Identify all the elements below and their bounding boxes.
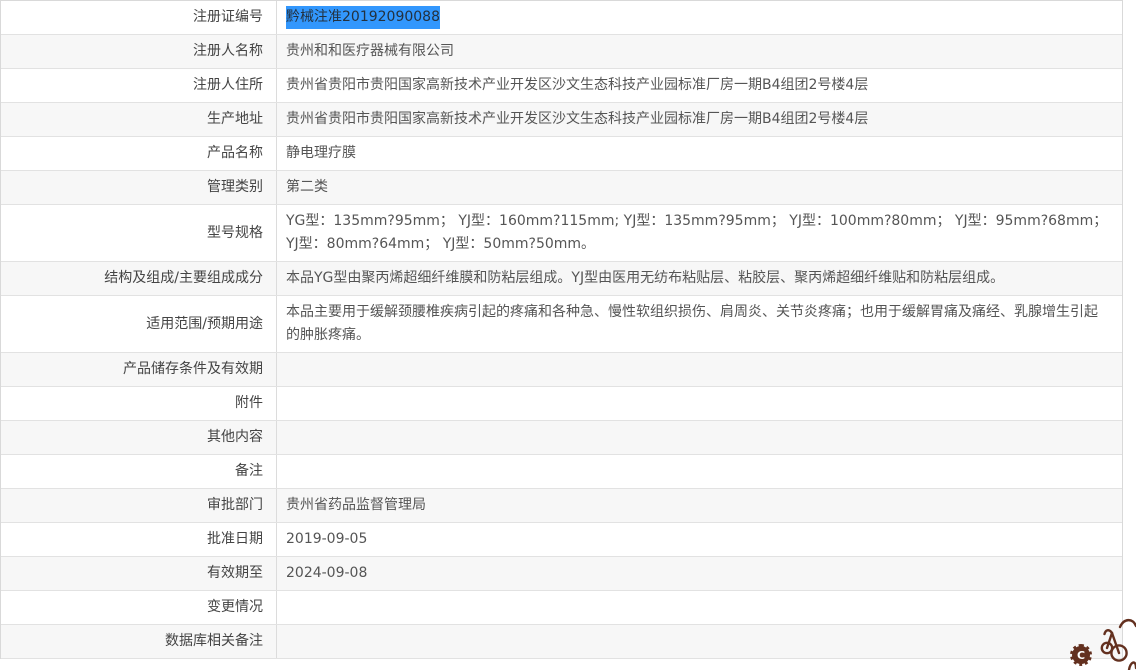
row-value: 第二类 bbox=[286, 179, 328, 195]
row-value: 贵州省贵阳市贵阳国家高新技术产业开发区沙文生态科技产业园标准厂房一期B4组团2号… bbox=[286, 111, 869, 127]
row-label: 注册人住所 bbox=[1, 69, 277, 102]
row-value: 黔械注准20192090088 bbox=[277, 1, 1122, 34]
row-label: 产品储存条件及有效期 bbox=[1, 353, 277, 386]
table-row-storage-validity: 产品储存条件及有效期 bbox=[1, 353, 1122, 387]
row-label: 数据库相关备注 bbox=[1, 625, 277, 658]
row-value bbox=[277, 353, 1122, 386]
table-row-structure-composition: 结构及组成/主要组成成分 本品YG型由聚丙烯超细纤维膜和防粘层组成。YJ型由医用… bbox=[1, 262, 1122, 296]
row-value bbox=[277, 455, 1122, 488]
row-label: 批准日期 bbox=[1, 523, 277, 556]
row-value: 2024-09-08 bbox=[286, 565, 368, 581]
row-value bbox=[277, 591, 1122, 624]
row-label: 附件 bbox=[1, 387, 277, 420]
row-label: 备注 bbox=[1, 455, 277, 488]
row-label: 有效期至 bbox=[1, 557, 277, 590]
row-value: 本品YG型由聚丙烯超细纤维膜和防粘层组成。YJ型由医用无纺布粘贴层、粘胶层、聚丙… bbox=[286, 270, 1005, 286]
table-row-management-category: 管理类别 第二类 bbox=[1, 171, 1122, 205]
selected-text: 黔械注准20192090088 bbox=[286, 6, 440, 29]
registration-info-table: 注册证编号 黔械注准20192090088 注册人名称 贵州和和医疗器械有限公司… bbox=[0, 0, 1123, 659]
row-value: YG型：135mm?95mm； YJ型：160mm?115mm; YJ型：135… bbox=[286, 213, 1108, 252]
table-row-production-address: 生产地址 贵州省贵阳市贵阳国家高新技术产业开发区沙文生态科技产业园标准厂房一期B… bbox=[1, 103, 1122, 137]
row-value: 贵州和和医疗器械有限公司 bbox=[286, 43, 454, 59]
row-value bbox=[277, 421, 1122, 454]
table-row-model-spec: 型号规格 YG型：135mm?95mm； YJ型：160mm?115mm; YJ… bbox=[1, 205, 1122, 262]
row-label: 型号规格 bbox=[1, 205, 277, 261]
row-label: 产品名称 bbox=[1, 137, 277, 170]
table-row-change-status: 变更情况 bbox=[1, 591, 1122, 625]
table-row-other-content: 其他内容 bbox=[1, 421, 1122, 455]
table-row-approval-department: 审批部门 贵州省药品监督管理局 bbox=[1, 489, 1122, 523]
row-label: 适用范围/预期用途 bbox=[1, 296, 277, 352]
row-value: 本品主要用于缓解颈腰椎疾病引起的疼痛和各种急、慢性软组织损伤、肩周炎、关节炎疼痛… bbox=[286, 304, 1098, 343]
row-label: 生产地址 bbox=[1, 103, 277, 136]
row-value: 静电理疗膜 bbox=[286, 145, 356, 161]
row-value bbox=[277, 625, 1122, 658]
row-label: 结构及组成/主要组成成分 bbox=[1, 262, 277, 295]
row-value: 贵州省药品监督管理局 bbox=[286, 497, 426, 513]
table-row-remarks: 备注 bbox=[1, 455, 1122, 489]
row-label: 其他内容 bbox=[1, 421, 277, 454]
table-row-product-name: 产品名称 静电理疗膜 bbox=[1, 137, 1122, 171]
table-row-valid-until: 有效期至 2024-09-08 bbox=[1, 557, 1122, 591]
row-value bbox=[277, 387, 1122, 420]
table-row-approval-date: 批准日期 2019-09-05 bbox=[1, 523, 1122, 557]
row-label: 管理类别 bbox=[1, 171, 277, 204]
row-value: 2019-09-05 bbox=[286, 531, 368, 547]
table-row-database-remarks: 数据库相关备注 bbox=[1, 625, 1122, 659]
table-row-registrant-name: 注册人名称 贵州和和医疗器械有限公司 bbox=[1, 35, 1122, 69]
row-label: 变更情况 bbox=[1, 591, 277, 624]
row-label: 注册证编号 bbox=[1, 1, 277, 34]
table-row-registrant-address: 注册人住所 贵州省贵阳市贵阳国家高新技术产业开发区沙文生态科技产业园标准厂房一期… bbox=[1, 69, 1122, 103]
row-label: 注册人名称 bbox=[1, 35, 277, 68]
row-value: 贵州省贵阳市贵阳国家高新技术产业开发区沙文生态科技产业园标准厂房一期B4组团2号… bbox=[286, 77, 869, 93]
table-row-attachments: 附件 bbox=[1, 387, 1122, 421]
row-label: 审批部门 bbox=[1, 489, 277, 522]
table-row-intended-use: 适用范围/预期用途 本品主要用于缓解颈腰椎疾病引起的疼痛和各种急、慢性软组织损伤… bbox=[1, 296, 1122, 353]
table-row-registration-number: 注册证编号 黔械注准20192090088 bbox=[1, 1, 1122, 35]
